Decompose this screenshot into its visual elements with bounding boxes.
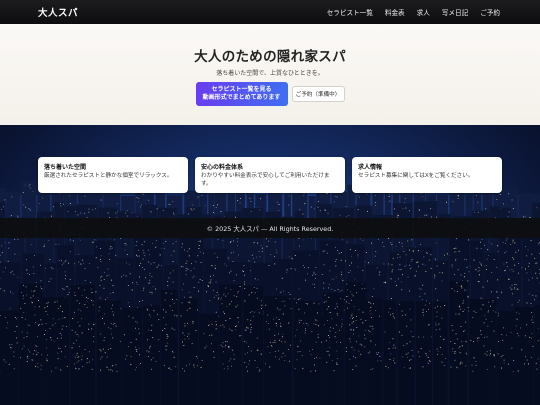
site-logo[interactable]: 大人スパ bbox=[38, 5, 78, 19]
view-therapists-button-sublabel: 動画形式でまとめてあります bbox=[202, 95, 281, 101]
hero-section: 大人のための隠れ家スパ 落ち着いた空間で、上質なひとときを。 セラピスト一覧を見… bbox=[0, 24, 540, 125]
site-footer: © 2025 大人スパ — All Rights Reserved. bbox=[0, 218, 540, 238]
feature-card-title: 落ち着いた空間 bbox=[44, 164, 87, 171]
feature-card-title: 求人情報 bbox=[358, 164, 383, 171]
nav-link-photo-diary[interactable]: 写メ日記 bbox=[442, 7, 468, 17]
view-therapists-button[interactable]: セラピスト一覧を見る 動画形式でまとめてあります bbox=[195, 82, 288, 106]
nav-link-reservation[interactable]: ご予約 bbox=[480, 7, 500, 17]
main-nav: セラピスト一覧 料金表 求人 写メ日記 ご予約 bbox=[327, 7, 500, 17]
feature-card-text: 厳選されたセラピストと静かな個室でリラックス。 bbox=[44, 173, 173, 179]
nav-link-pricing[interactable]: 料金表 bbox=[385, 7, 405, 17]
feature-card-space: 落ち着いた空間 厳選されたセラピストと静かな個室でリラックス。 bbox=[38, 157, 188, 193]
feature-card-pricing: 安心の料金体系 わかりやすい料金表示で安心してご利用いただけます。 bbox=[195, 157, 345, 193]
nav-link-therapists[interactable]: セラピスト一覧 bbox=[327, 7, 373, 17]
hero-buttons: セラピスト一覧を見る 動画形式でまとめてあります ご予約（準備中） bbox=[0, 82, 540, 106]
hero-subtitle: 落ち着いた空間で、上質なひとときを。 bbox=[216, 70, 324, 77]
site-header: 大人スパ セラピスト一覧 料金表 求人 写メ日記 ご予約 bbox=[0, 0, 540, 24]
nav-link-recruit[interactable]: 求人 bbox=[417, 7, 430, 17]
view-therapists-button-label: セラピスト一覧を見る bbox=[211, 87, 272, 93]
feature-card-recruit: 求人情報 セラピスト募集に関してはXをご覧ください。 bbox=[352, 157, 502, 193]
feature-cards: 落ち着いた空間 厳選されたセラピストと静かな個室でリラックス。 安心の料金体系 … bbox=[38, 157, 502, 193]
copyright-text: © 2025 大人スパ — All Rights Reserved. bbox=[206, 224, 334, 233]
feature-card-title: 安心の料金体系 bbox=[201, 164, 244, 171]
reservation-button[interactable]: ご予約（準備中） bbox=[291, 86, 345, 102]
feature-card-text: わかりやすい料金表示で安心してご利用いただけます。 bbox=[201, 173, 330, 187]
hero-title: 大人のための隠れ家スパ bbox=[194, 49, 346, 65]
feature-card-text: セラピスト募集に関してはXをご覧ください。 bbox=[358, 173, 474, 179]
